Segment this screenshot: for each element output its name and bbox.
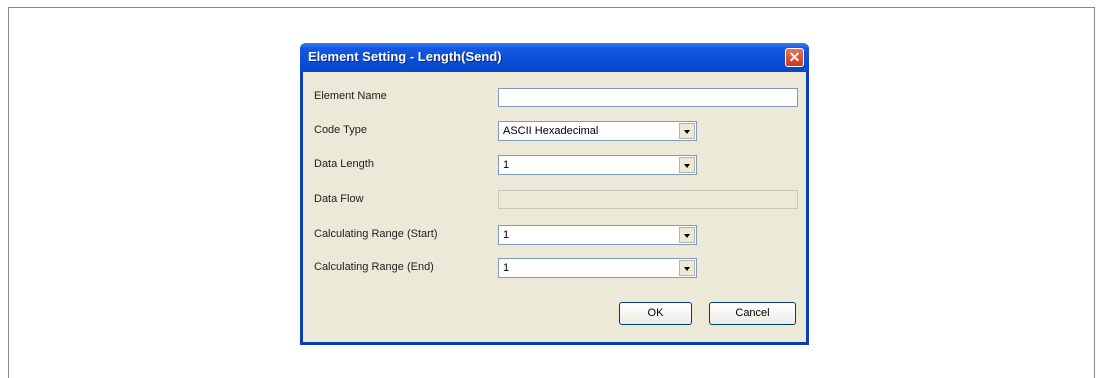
data-flow-input <box>498 190 798 209</box>
calc-range-end-select[interactable]: 1 <box>498 258 697 278</box>
element-name-input[interactable] <box>498 88 798 107</box>
calc-range-start-value: 1 <box>503 229 510 241</box>
code-type-select[interactable]: ASCII Hexadecimal <box>498 121 697 141</box>
calc-range-start-label: Calculating Range (Start) <box>314 228 438 240</box>
chevron-down-icon[interactable] <box>679 157 695 173</box>
chevron-down-icon[interactable] <box>679 227 695 243</box>
data-length-select[interactable]: 1 <box>498 155 697 175</box>
data-flow-label: Data Flow <box>314 193 364 205</box>
data-length-value: 1 <box>503 159 510 171</box>
calc-range-start-select[interactable]: 1 <box>498 225 697 245</box>
close-button[interactable]: ✕ <box>785 48 804 67</box>
dialog-titlebar[interactable]: Element Setting - Length(Send) ✕ <box>300 43 809 72</box>
cancel-button[interactable]: Cancel <box>709 302 796 325</box>
data-length-label: Data Length <box>314 158 374 170</box>
code-type-value: ASCII Hexadecimal <box>503 125 599 137</box>
element-setting-dialog: Element Setting - Length(Send) ✕ Element… <box>300 43 809 345</box>
chevron-down-icon[interactable] <box>679 123 695 139</box>
calc-range-end-value: 1 <box>503 262 510 274</box>
code-type-label: Code Type <box>314 124 368 136</box>
close-icon: ✕ <box>788 49 801 65</box>
element-name-label: Element Name <box>314 90 387 102</box>
chevron-down-icon[interactable] <box>679 260 695 276</box>
calc-range-end-label: Calculating Range (End) <box>314 261 434 273</box>
ok-button[interactable]: OK <box>619 302 692 325</box>
dialog-title: Element Setting - Length(Send) <box>308 49 502 64</box>
